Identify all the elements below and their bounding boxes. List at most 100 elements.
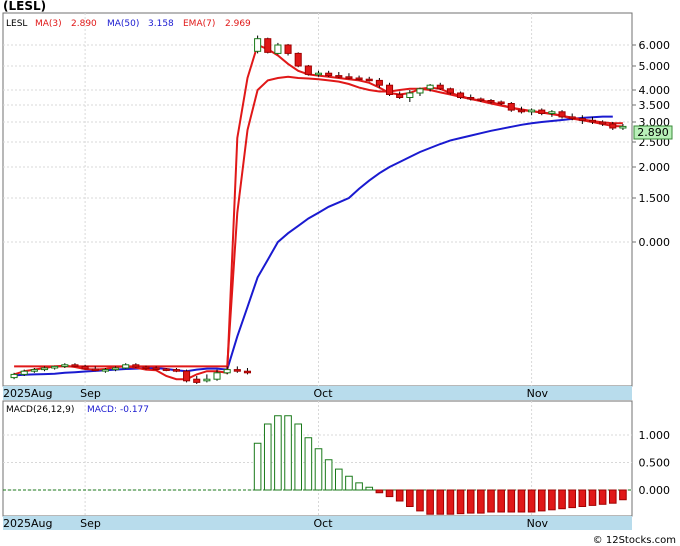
candle-body	[619, 125, 627, 129]
legend-ticker: LESL	[6, 19, 27, 29]
candle-body	[101, 369, 109, 372]
price-y-tick-label: 4.000	[639, 84, 671, 97]
candle-body	[284, 44, 292, 54]
macd-y-axis: 1.000 0.500 0.000	[639, 429, 671, 497]
candle-body	[314, 72, 323, 76]
last-price-label: 2.890	[637, 126, 669, 139]
candle-body	[578, 118, 586, 121]
candle-body	[345, 76, 353, 79]
macd-bar-positive	[314, 448, 323, 491]
macd-bar-negative	[487, 489, 495, 513]
macd-bar-negative	[477, 489, 485, 514]
candle-body	[183, 370, 191, 382]
macd-bar-positive	[263, 423, 272, 491]
macd-bar-negative	[578, 489, 587, 507]
price-y-tick-label: 5.000	[639, 60, 671, 73]
candle-body	[365, 78, 373, 82]
candle-body	[507, 103, 515, 111]
price-x-tick-label: Oct	[314, 387, 334, 400]
candle-body	[558, 111, 566, 118]
macd-bar-positive	[304, 437, 313, 491]
candle-body	[213, 372, 221, 380]
candle-body	[233, 369, 241, 372]
macd-bar-negative	[507, 489, 516, 513]
candle-body	[436, 84, 444, 90]
candle-body	[517, 109, 525, 113]
macd-bar-negative	[406, 489, 414, 507]
candle-body	[426, 84, 434, 90]
candle-body	[243, 370, 252, 374]
macd-y-tick-label: 0.000	[639, 484, 671, 497]
candle-body	[599, 121, 607, 125]
macd-bar-negative	[456, 489, 465, 515]
legend-ma3-value: 2.890	[71, 19, 97, 29]
macd-bar-positive	[355, 482, 363, 491]
candle-body	[193, 378, 201, 383]
candle-body	[20, 370, 28, 375]
candle-body	[274, 44, 282, 54]
candle-body	[457, 92, 465, 98]
candle-body	[609, 123, 617, 129]
candle-body	[162, 368, 170, 371]
candle-body	[152, 367, 160, 370]
macd-bar-positive	[274, 415, 282, 491]
legend-ma50-value: 3.158	[148, 19, 174, 29]
candle-body	[51, 365, 59, 369]
candle-body	[568, 116, 576, 120]
macd-bar-negative	[537, 489, 546, 512]
macd-bar-negative	[548, 489, 556, 511]
candle-body	[325, 72, 333, 77]
candle-body	[355, 77, 363, 80]
macd-bar-negative	[517, 489, 526, 513]
candle-body	[10, 373, 18, 379]
macd-bar-positive	[253, 442, 262, 491]
price-x-tick-label: Sep	[80, 387, 101, 400]
macd-bar-negative	[436, 489, 445, 515]
macd-legend-title: MACD(26,12,9)	[6, 405, 74, 415]
macd-bar-positive	[324, 459, 333, 491]
candle-body	[528, 109, 536, 113]
candle-body	[264, 38, 272, 53]
candle-body	[91, 368, 99, 372]
macd-bar-positive	[345, 475, 353, 491]
macd-bar-negative	[426, 489, 434, 515]
macd-bar-negative	[619, 489, 627, 501]
candle-body	[203, 378, 211, 382]
candle-body	[588, 119, 597, 123]
candle-body	[497, 101, 505, 104]
price-legend: LESL MA(3) 2.890 MA(50) 3.158 EMA(7) 2.9…	[6, 19, 251, 29]
candle-body	[112, 367, 120, 371]
price-y-tick-label: 6.000	[639, 39, 671, 52]
candle-body	[61, 364, 69, 367]
candle-body	[467, 97, 475, 100]
footer-credit: © 12Stocks.com	[593, 535, 676, 546]
macd-bar-negative	[375, 489, 384, 494]
macd-legend-label: MACD:	[87, 405, 117, 415]
macd-bar-positive	[284, 415, 292, 491]
price-y-tick-label: 1.500	[639, 192, 671, 205]
candle-body	[375, 79, 383, 86]
candle-body	[548, 111, 556, 115]
macd-y-tick-label: 1.000	[639, 429, 671, 442]
candle-body	[81, 365, 89, 370]
candle-body	[304, 65, 312, 75]
macd-bar-negative	[395, 489, 404, 502]
macd-bar-negative	[497, 489, 505, 513]
legend-ma50-label: MA(50)	[107, 19, 139, 29]
macd-bar-positive	[365, 486, 374, 491]
macd-bar-negative	[558, 489, 566, 510]
macd-bar-positive	[294, 423, 303, 491]
candle-body	[122, 364, 130, 369]
legend-ema7-value: 2.969	[225, 19, 251, 29]
price-x-tick-label: 2025Aug	[3, 387, 52, 400]
macd-x-tick-label: 2025Aug	[3, 517, 52, 530]
legend-ma3-label: MA(3)	[35, 19, 62, 29]
price-y-tick-label: 0.000	[639, 236, 671, 249]
macd-bar-negative	[466, 489, 475, 514]
candle-body	[142, 366, 150, 370]
candle-body	[396, 94, 404, 98]
candle-body	[416, 88, 424, 94]
candle-body	[172, 369, 180, 372]
macd-bar-negative	[416, 489, 424, 512]
candle-body	[477, 98, 485, 101]
